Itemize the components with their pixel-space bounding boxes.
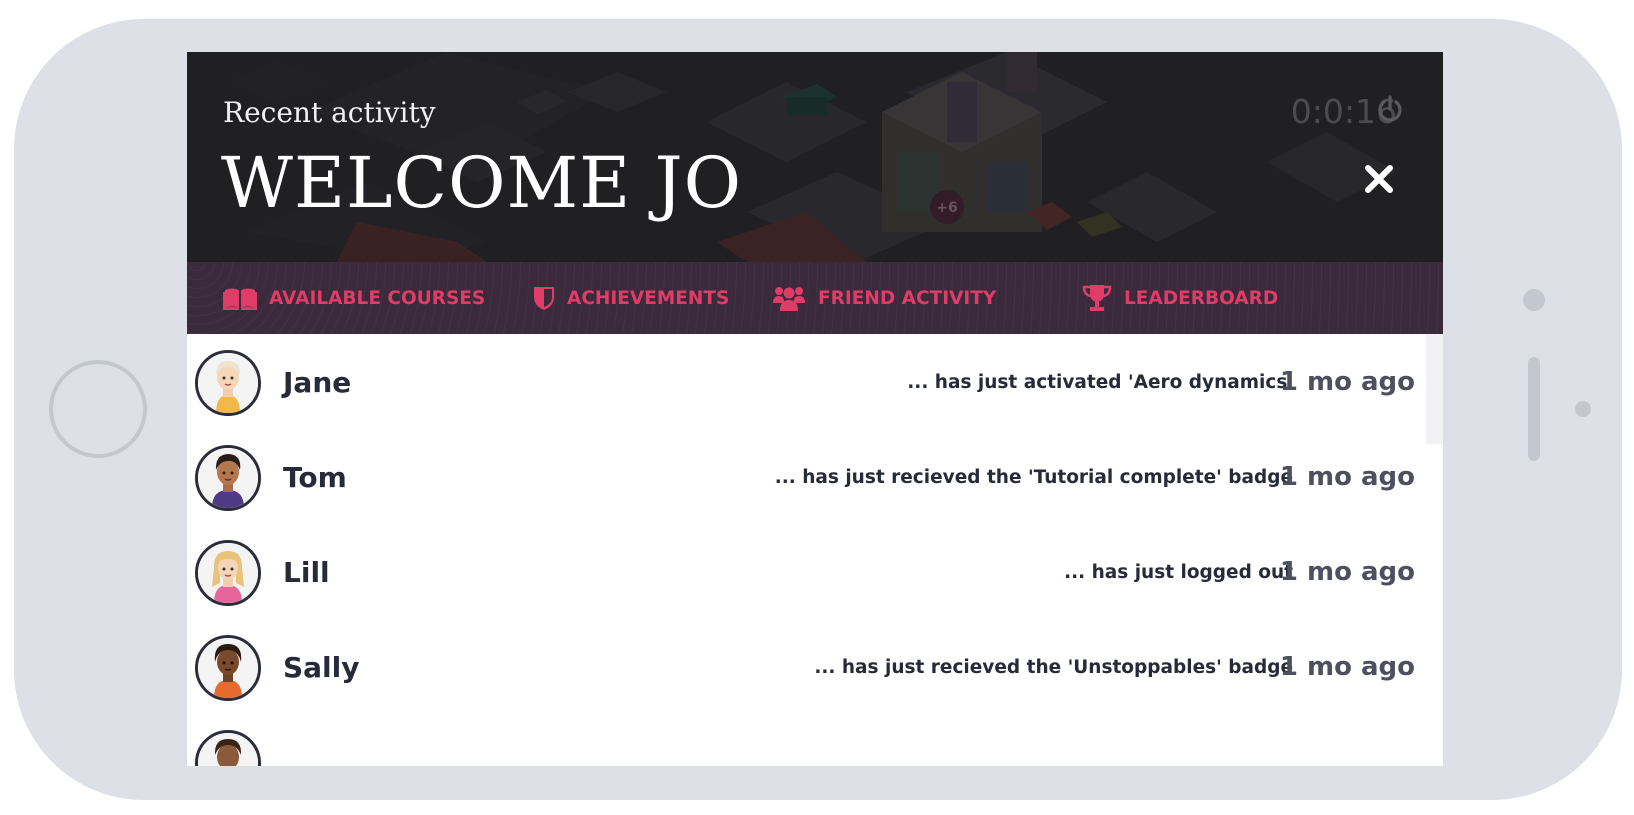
home-button[interactable] [49, 360, 147, 458]
friend-name: Jane [283, 366, 352, 399]
friend-name: Tom [283, 461, 347, 494]
list-item[interactable]: Jane ... has just activated 'Aero dynami… [187, 334, 1443, 433]
sensor-dot [1523, 289, 1545, 311]
tab-bar: AVAILABLE COURSES ACHIEVEMENTS FRIEND AC… [187, 262, 1443, 334]
power-icon[interactable] [1374, 94, 1406, 126]
close-icon[interactable] [1362, 162, 1396, 196]
list-item[interactable] [187, 714, 1443, 766]
tab-friend-activity[interactable]: FRIEND ACTIVITY [772, 262, 996, 334]
speaker-slot [1528, 357, 1540, 461]
friend-name: Sally [283, 651, 360, 684]
activity-time: 1 mo ago [1279, 462, 1415, 492]
list-item[interactable]: Sally ... has just recieved the 'Unstopp… [187, 619, 1443, 718]
friend-name: Lill [283, 556, 330, 589]
activity-time: 1 mo ago [1279, 652, 1415, 682]
list-item[interactable]: Tom ... has just recieved the 'Tutorial … [187, 429, 1443, 528]
tab-label: ACHIEVEMENTS [567, 287, 730, 309]
book-icon [223, 288, 257, 310]
avatar [195, 540, 261, 606]
tab-label: FRIEND ACTIVITY [818, 287, 997, 309]
activity-text: ... has just recieved the 'Unstoppables'… [814, 657, 1293, 678]
header-banner: +6 Recent activity WELCOME JO 0:0:16 [187, 52, 1443, 262]
avatar [195, 635, 261, 701]
camera-dot [1575, 401, 1591, 417]
activity-text: ... has just recieved the 'Tutorial comp… [774, 467, 1293, 488]
trophy-icon [1082, 285, 1112, 311]
activity-text: ... has just logged out [1064, 562, 1293, 583]
tab-leaderboard[interactable]: LEADERBOARD [1082, 262, 1278, 334]
activity-time: 1 mo ago [1279, 557, 1415, 587]
tab-label: LEADERBOARD [1124, 287, 1279, 309]
avatar [195, 350, 261, 416]
avatar [195, 445, 261, 511]
avatar [195, 730, 261, 766]
page-title: WELCOME JO [221, 142, 742, 224]
tab-label: AVAILABLE COURSES [269, 287, 486, 309]
list-item[interactable]: Lill ... has just logged out 1 mo ago [187, 524, 1443, 623]
activity-text: ... has just activated 'Aero dynamics' [907, 372, 1293, 393]
users-icon [773, 287, 805, 311]
tab-available-courses[interactable]: AVAILABLE COURSES [223, 262, 485, 334]
app-screen: +6 Recent activity WELCOME JO 0:0:16 AVA… [187, 52, 1443, 766]
shield-icon [534, 287, 554, 310]
page-subtitle: Recent activity [223, 96, 436, 129]
activity-feed[interactable]: Jane ... has just activated 'Aero dynami… [187, 334, 1443, 766]
activity-time: 1 mo ago [1279, 367, 1415, 397]
tab-achievements[interactable]: ACHIEVEMENTS [533, 262, 729, 334]
